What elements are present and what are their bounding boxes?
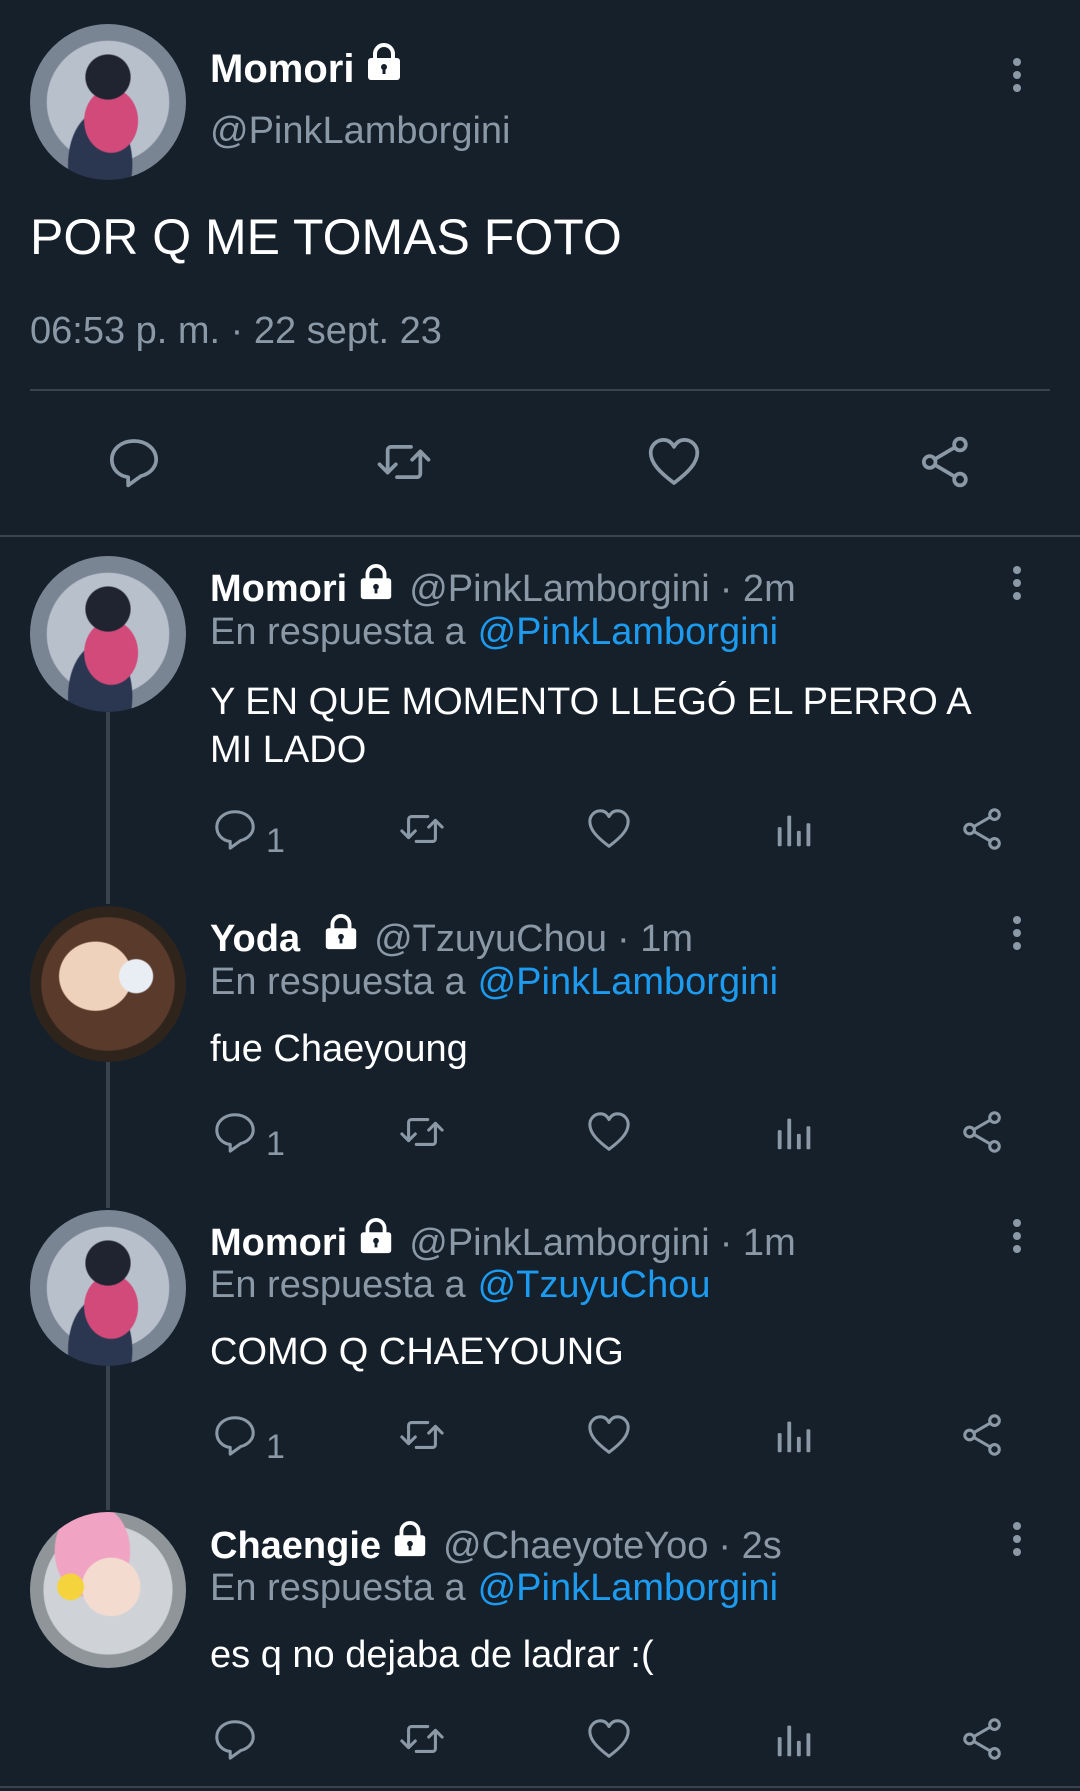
mention-link[interactable]: @PinkLamborgini: [478, 611, 779, 654]
avatar[interactable]: [30, 1210, 186, 1366]
reply-header: Yoda @TzuyuChou · 1m: [210, 913, 693, 961]
share-icon: [918, 434, 974, 490]
retweet-icon[interactable]: [396, 1109, 448, 1160]
display-name[interactable]: Momori: [210, 1222, 347, 1265]
avatar[interactable]: [30, 1512, 186, 1668]
author-name-row: Momori: [210, 42, 404, 92]
reply-count: 1: [266, 822, 285, 860]
reply-time: · 1m: [617, 918, 693, 960]
reply-text: fue Chaeyoung: [210, 1028, 468, 1070]
reply-context-label: En respuesta a: [210, 961, 466, 1003]
display-name[interactable]: Chaengie: [210, 1525, 381, 1568]
tweet-timestamp: 06:53 p. m. · 22 sept. 23: [30, 310, 442, 352]
reply-context-label: En respuesta a: [210, 1567, 466, 1609]
share-icon[interactable]: [960, 1716, 1006, 1767]
like-icon: [646, 434, 702, 490]
reply-time: · 2s: [718, 1525, 782, 1567]
retweet-icon[interactable]: [396, 1412, 448, 1463]
divider: [30, 389, 1050, 391]
display-name[interactable]: Momori: [210, 47, 354, 92]
reply-count: 1: [266, 1125, 285, 1163]
mention-link[interactable]: @PinkLamborgini: [478, 961, 779, 1004]
thread-line: [106, 1366, 110, 1510]
handle[interactable]: @PinkLamborgini: [210, 110, 511, 153]
lock-icon: [364, 42, 404, 92]
reply-context-label: En respuesta a: [210, 611, 466, 653]
share-icon[interactable]: [960, 806, 1006, 857]
reply-context: En respuesta a @TzuyuChou: [210, 1264, 711, 1307]
lock-icon: [357, 1217, 395, 1265]
mention-link[interactable]: @TzuyuChou: [478, 1264, 711, 1307]
handle[interactable]: @ChaeyoteYoo: [443, 1525, 708, 1568]
reply-icon: [212, 806, 258, 861]
analytics-icon[interactable]: [772, 806, 818, 857]
retweet-icon[interactable]: [396, 1716, 448, 1767]
lock-icon: [357, 563, 395, 611]
reply-text: es q no dejaba de ladrar :(: [210, 1634, 654, 1676]
reply-button[interactable]: 1: [212, 806, 285, 861]
reply-context-label: En respuesta a: [210, 1264, 466, 1306]
handle[interactable]: @TzuyuChou: [374, 918, 607, 961]
reply-header: Chaengie @ChaeyoteYoo · 2s: [210, 1520, 782, 1568]
share-button[interactable]: [918, 434, 974, 490]
handle[interactable]: @PinkLamborgini: [409, 568, 710, 611]
lock-icon: [391, 1520, 429, 1568]
reply-button[interactable]: 1: [212, 1109, 285, 1164]
reply-header: Momori @PinkLamborgini · 1m: [210, 1217, 796, 1265]
display-name[interactable]: Momori: [210, 568, 347, 611]
like-icon[interactable]: [586, 1109, 632, 1160]
reply-text: COMO Q CHAEYOUNG: [210, 1331, 624, 1373]
reply-text: Y EN QUE MOMENTO LLEGÓ EL PERRO A MI LAD…: [210, 678, 972, 774]
analytics-icon[interactable]: [772, 1716, 818, 1767]
more-options-icon[interactable]: [1005, 1522, 1029, 1562]
analytics-icon[interactable]: [772, 1109, 818, 1160]
divider: [0, 535, 1080, 537]
reply-button[interactable]: 1: [212, 1412, 285, 1467]
like-icon[interactable]: [586, 806, 632, 857]
reply-text-line: Y EN QUE MOMENTO LLEGÓ EL PERRO A: [210, 681, 972, 723]
more-options-icon[interactable]: [1005, 1219, 1029, 1259]
reply-icon: [106, 434, 162, 490]
reply-context: En respuesta a @PinkLamborgini: [210, 1567, 778, 1610]
thread-line: [106, 712, 110, 904]
reply-time: · 1m: [719, 1222, 796, 1264]
thread-line: [106, 1062, 110, 1208]
like-icon[interactable]: [586, 1716, 632, 1767]
retweet-icon: [372, 434, 436, 490]
retweet-button[interactable]: [372, 434, 436, 490]
reply-time: · 2m: [719, 568, 796, 610]
reply-context: En respuesta a @PinkLamborgini: [210, 961, 778, 1004]
tweet-text: POR Q ME TOMAS FOTO: [30, 209, 622, 265]
reply-context: En respuesta a @PinkLamborgini: [210, 611, 778, 654]
reply-icon[interactable]: [212, 1716, 258, 1767]
analytics-icon[interactable]: [772, 1412, 818, 1463]
divider: [0, 1786, 1080, 1788]
handle[interactable]: @PinkLamborgini: [409, 1222, 710, 1265]
more-options-icon[interactable]: [1005, 566, 1029, 606]
avatar[interactable]: [30, 556, 186, 712]
lock-icon: [322, 913, 360, 961]
reply-icon: [212, 1412, 258, 1467]
reply-text-line: MI LADO: [210, 729, 367, 771]
reply-icon: [212, 1109, 258, 1164]
reply-count: 1: [266, 1428, 285, 1466]
share-icon[interactable]: [960, 1109, 1006, 1160]
like-icon[interactable]: [586, 1412, 632, 1463]
like-button[interactable]: [646, 434, 702, 490]
reply-button[interactable]: [106, 434, 162, 490]
retweet-icon[interactable]: [396, 806, 448, 857]
avatar[interactable]: [30, 24, 186, 180]
more-options-icon[interactable]: [1005, 916, 1029, 956]
more-options-icon[interactable]: [1005, 58, 1029, 98]
share-icon[interactable]: [960, 1412, 1006, 1463]
display-name[interactable]: Yoda: [210, 918, 300, 961]
reply-header: Momori @PinkLamborgini · 2m: [210, 563, 796, 611]
avatar[interactable]: [30, 906, 186, 1062]
mention-link[interactable]: @PinkLamborgini: [478, 1567, 779, 1610]
